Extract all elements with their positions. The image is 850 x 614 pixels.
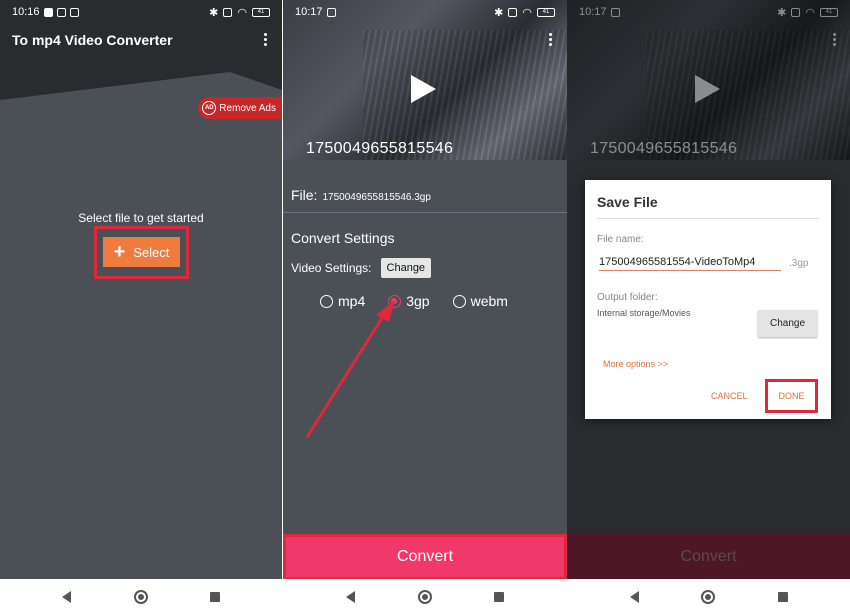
message-icon: [56, 7, 66, 17]
remove-ads-button[interactable]: AD Remove Ads: [198, 97, 282, 119]
file-name-label: File name:: [597, 234, 644, 245]
app-title: To mp4 Video Converter: [12, 32, 173, 48]
select-prompt: Select file to get started: [78, 211, 204, 225]
back-icon[interactable]: [62, 590, 72, 603]
plus-icon: +: [113, 241, 126, 263]
sim-icon: [223, 7, 233, 17]
save-file-dialog: Save File File name: 175004965581554-Vid…: [585, 180, 831, 419]
recents-icon[interactable]: [494, 591, 505, 602]
home-icon[interactable]: [701, 589, 715, 604]
divider: [597, 218, 819, 219]
more-options-icon[interactable]: [264, 33, 268, 46]
back-icon[interactable]: [345, 590, 355, 603]
status-bar: 10:16 ✱ ◠ 41: [0, 0, 282, 24]
file-name-field[interactable]: 175004965581554-VideoToMp4: [599, 256, 781, 271]
back-icon[interactable]: [629, 590, 639, 603]
convert-button[interactable]: Convert: [283, 534, 567, 580]
more-options-link[interactable]: More options >>: [603, 359, 668, 369]
screen-convert-settings: 1750049655815546 10:17 ✱ ◠ 41 File: 1750…: [283, 0, 567, 614]
annotation-arrow-icon: [305, 300, 395, 438]
file-extension: .3gp: [789, 258, 809, 269]
done-label: DONE: [778, 391, 805, 401]
select-label: Select: [133, 244, 170, 260]
nav-bar: [0, 579, 282, 614]
done-button[interactable]: DONE: [765, 379, 818, 413]
nav-bar: [283, 579, 567, 614]
recents-icon[interactable]: [777, 591, 788, 602]
status-time: 10:16: [12, 6, 40, 18]
bluetooth-icon: ✱: [209, 6, 219, 19]
output-folder-label: Output folder:: [597, 292, 658, 303]
change-folder-button[interactable]: Change: [758, 310, 817, 337]
wifi-icon: ◠: [237, 6, 247, 19]
remove-ads-label: Remove Ads: [219, 102, 276, 114]
output-folder-value: Internal storage/Movies: [597, 308, 691, 318]
screen-select-file: 10:16 ✱ ◠ 41 To mp4 Video Converter AD R…: [0, 0, 282, 614]
screen-save-file: 1750049655815546 10:17 ✱ ◠ 41 Convert Sa…: [567, 0, 850, 614]
select-button[interactable]: + Select: [103, 237, 180, 267]
battery-icon: 41: [252, 7, 270, 17]
notification-icon: [43, 7, 53, 17]
home-icon[interactable]: [133, 589, 148, 604]
cancel-button[interactable]: CANCEL: [711, 391, 748, 401]
home-icon[interactable]: [417, 589, 432, 604]
recents-icon[interactable]: [209, 591, 220, 602]
select-highlight: + Select: [94, 226, 189, 279]
notification-icon: [69, 7, 79, 17]
dialog-title: Save File: [597, 194, 658, 210]
nav-bar: [567, 579, 850, 614]
ad-icon: AD: [202, 101, 217, 115]
